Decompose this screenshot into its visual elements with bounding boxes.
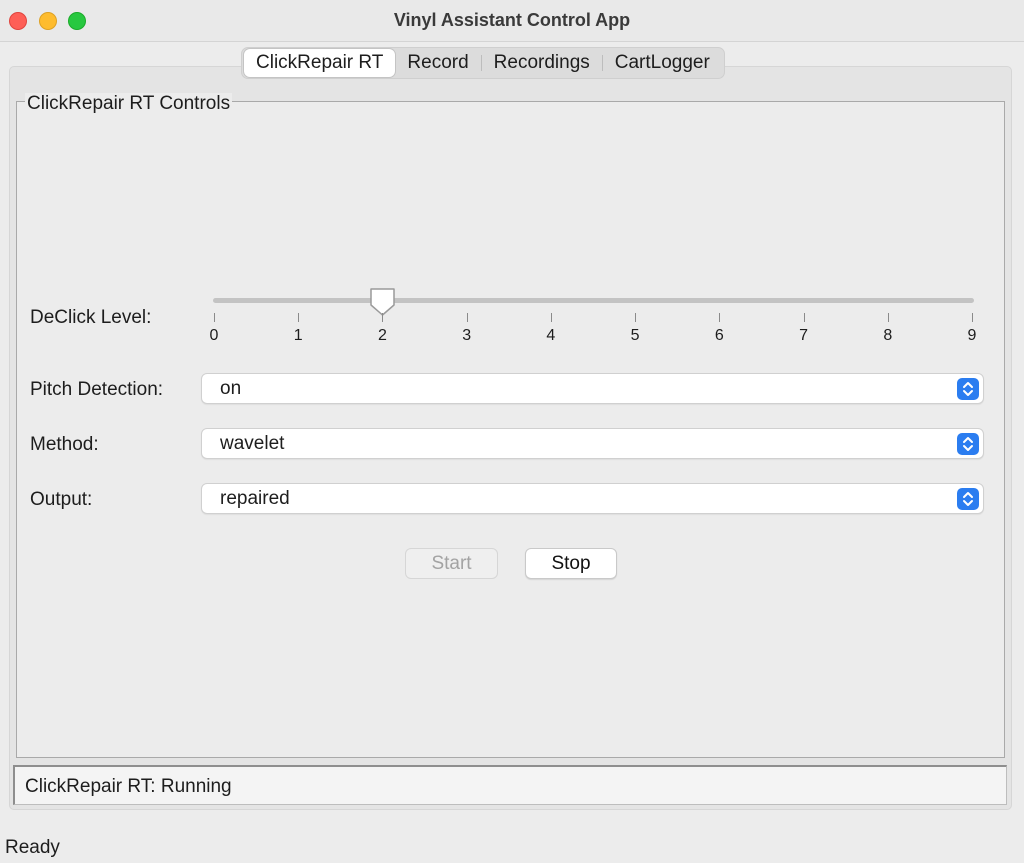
method-label: Method:	[30, 434, 99, 455]
declick-tick-label: 2	[377, 327, 387, 344]
declick-tick	[382, 313, 384, 322]
declick-tick	[550, 313, 552, 322]
pitch-detection-select[interactable]: on	[201, 373, 984, 404]
tab-recordings[interactable]: Recordings	[482, 49, 602, 77]
declick-tick-label: 6	[714, 327, 724, 344]
tab-cartlogger[interactable]: CartLogger	[603, 49, 722, 77]
select-arrows-icon	[957, 433, 979, 455]
status-field: ClickRepair RT: Running	[13, 765, 1007, 805]
declick-tick-label: 4	[546, 327, 556, 344]
tab-record[interactable]: Record	[395, 49, 480, 77]
method-select[interactable]: wavelet	[201, 428, 984, 459]
declick-tick-label: 3	[462, 327, 472, 344]
stop-button[interactable]: Stop	[525, 548, 617, 579]
window-title: Vinyl Assistant Control App	[393, 10, 631, 30]
declick-level-label: DeClick Level:	[30, 307, 152, 328]
pitch-detection-label: Pitch Detection:	[30, 379, 164, 400]
declick-tick-label: 5	[630, 327, 640, 344]
declick-tick-label: 1	[293, 327, 303, 344]
declick-tick	[214, 313, 215, 322]
declick-tick-label: 0	[209, 327, 219, 344]
declick-tick-label: 7	[799, 327, 808, 344]
start-button[interactable]: Start	[405, 548, 498, 579]
output-select[interactable]: repaired	[201, 483, 984, 514]
declick-tick	[719, 313, 721, 322]
group-title: ClickRepair RT Controls	[25, 93, 233, 115]
declick-tick	[887, 313, 889, 322]
declick-tick	[635, 313, 637, 322]
declick-tick	[298, 313, 300, 322]
declick-tick-label: 9	[967, 327, 977, 344]
declick-tick	[972, 313, 973, 322]
output-label: Output:	[30, 489, 93, 510]
declick-tick	[803, 313, 805, 322]
declick-slider-track[interactable]	[213, 298, 974, 303]
output-value: repaired	[220, 488, 290, 509]
declick-tick-label: 8	[883, 327, 893, 344]
status-text: ClickRepair RT: Running	[25, 776, 232, 797]
pitch-detection-value: on	[220, 378, 242, 399]
footer-status: Ready	[5, 837, 60, 858]
tab-bar: ClickRepair RT Record Recordings CartLog…	[241, 47, 725, 79]
method-value: wavelet	[220, 433, 285, 454]
select-arrows-icon	[957, 488, 979, 510]
title-bar: Vinyl Assistant Control App	[0, 0, 1024, 42]
tab-clickrepair-rt[interactable]: ClickRepair RT	[244, 49, 396, 77]
select-arrows-icon	[957, 378, 979, 400]
declick-tick	[466, 313, 468, 322]
